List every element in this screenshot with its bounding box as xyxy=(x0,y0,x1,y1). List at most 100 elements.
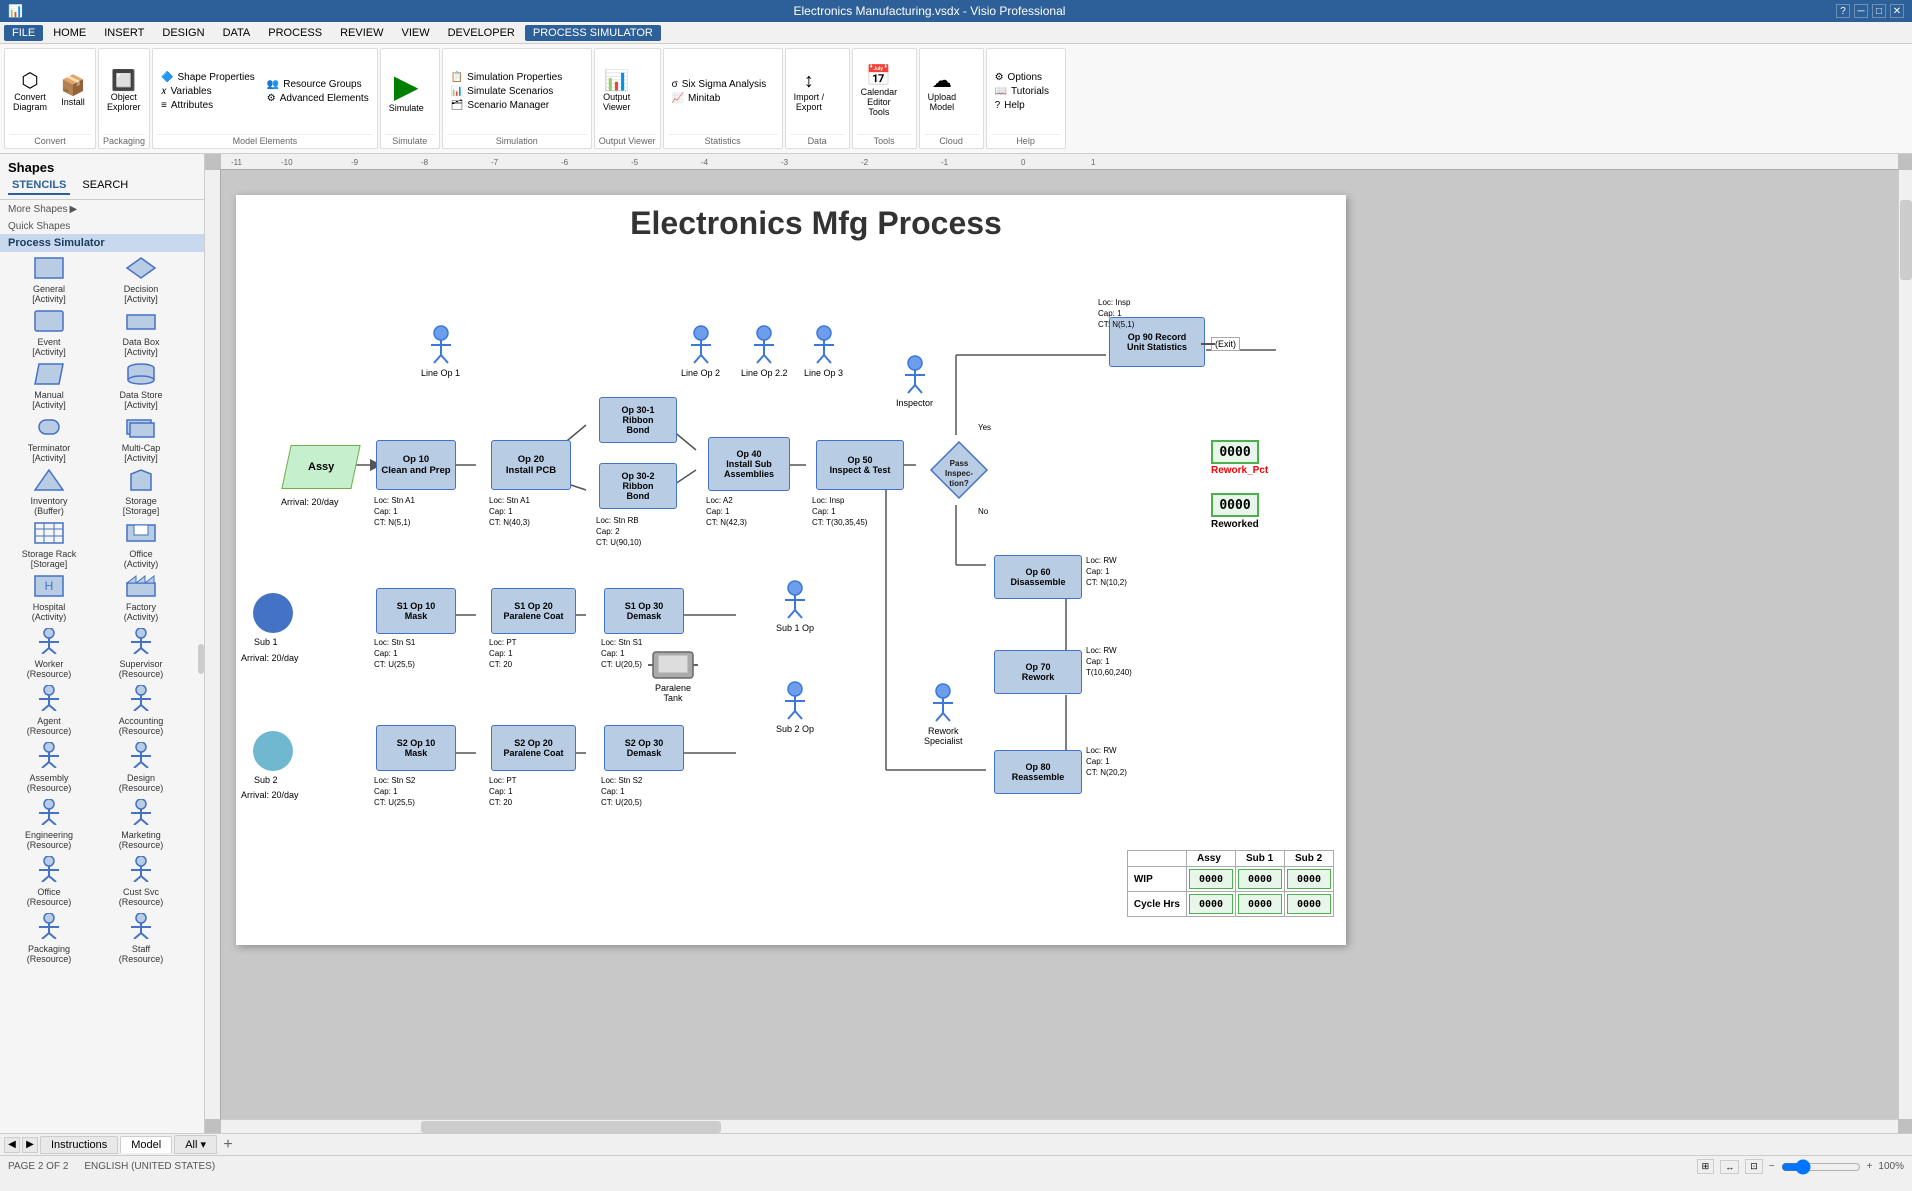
upload-model-button[interactable]: ☁ UploadModel xyxy=(924,69,961,114)
zoom-page-button[interactable]: ⊡ xyxy=(1745,1159,1763,1174)
zoom-slider[interactable] xyxy=(1781,1159,1861,1175)
add-page-button[interactable]: + xyxy=(219,1136,237,1154)
attributes-button[interactable]: ≡ Attributes xyxy=(157,99,259,112)
menu-process[interactable]: PROCESS xyxy=(260,25,330,41)
menu-data[interactable]: DATA xyxy=(215,25,259,41)
help-btn[interactable]: ? Help xyxy=(991,99,1053,112)
output-viewer-button[interactable]: 📊 OutputViewer xyxy=(599,69,635,114)
vscroll-thumb[interactable] xyxy=(1900,200,1912,280)
shape-worker-resource[interactable]: Worker(Resource) xyxy=(4,626,94,681)
shape-manual-activity[interactable]: Manual[Activity] xyxy=(4,361,94,412)
advanced-elements-button[interactable]: ⚙ Advanced Elements xyxy=(263,92,373,105)
shape-assembly-resource[interactable]: Assembly(Resource) xyxy=(4,740,94,795)
shape-marketing-resource[interactable]: Marketing(Resource) xyxy=(96,797,186,852)
shape-accounting-resource[interactable]: Accounting(Resource) xyxy=(96,683,186,738)
menu-review[interactable]: REVIEW xyxy=(332,25,391,41)
import-export-button[interactable]: ↕ Import /Export xyxy=(790,69,829,114)
node-op10[interactable]: Op 10Clean and Prep xyxy=(376,440,456,490)
simulate-scenarios-button[interactable]: 📊 Simulate Scenarios xyxy=(447,85,567,98)
hscroll-thumb[interactable] xyxy=(421,1121,721,1133)
shape-staff-resource[interactable]: Staff(Resource) xyxy=(96,911,186,966)
canvas-area[interactable]: -11 -10 -9 -8 -7 -6 -5 -4 -3 -2 -1 0 1 xyxy=(205,154,1912,1133)
shape-multicap[interactable]: Multi-Cap[Activity] xyxy=(96,414,186,465)
scenario-manager-button[interactable]: 🗂 Scenario Manager xyxy=(447,99,567,112)
node-op50[interactable]: Op 50Inspect & Test xyxy=(816,440,904,490)
node-op30-1[interactable]: Op 30-1RibbonBond xyxy=(599,397,677,443)
node-op40[interactable]: Op 40Install SubAssemblies xyxy=(708,437,790,491)
menu-file[interactable]: FILE xyxy=(4,25,43,41)
menu-design[interactable]: DESIGN xyxy=(154,25,212,41)
six-sigma-button[interactable]: σ Six Sigma Analysis xyxy=(668,78,771,91)
shape-storage[interactable]: Storage[Storage] xyxy=(96,467,186,518)
node-assy[interactable]: Assy xyxy=(281,445,360,489)
node-op30-2[interactable]: Op 30-2RibbonBond xyxy=(599,463,677,509)
node-s1-op30[interactable]: S1 Op 30Demask xyxy=(604,588,684,634)
node-sub1-start[interactable] xyxy=(253,593,293,633)
minitab-button[interactable]: 📈 Minitab xyxy=(668,92,771,105)
menu-view[interactable]: VIEW xyxy=(393,25,437,41)
shape-office-resource[interactable]: Office(Resource) xyxy=(4,854,94,909)
menu-home[interactable]: HOME xyxy=(45,25,94,41)
close-button[interactable]: ✕ xyxy=(1890,4,1904,18)
shape-engineering-resource[interactable]: Engineering(Resource) xyxy=(4,797,94,852)
page-tab-next[interactable]: ▶ xyxy=(22,1137,38,1153)
calendar-editor-button[interactable]: 📅 CalendarEditorTools xyxy=(857,64,902,119)
node-op70[interactable]: Op 70Rework xyxy=(994,650,1082,694)
node-s2-op10[interactable]: S2 Op 10Mask xyxy=(376,725,456,771)
zoom-fit-button[interactable]: ⊞ xyxy=(1697,1159,1715,1174)
shape-hospital[interactable]: H Hospital(Activity) xyxy=(4,573,94,624)
shape-datastore-activity[interactable]: Data Store[Activity] xyxy=(96,361,186,412)
shape-office-activity[interactable]: Office(Activity) xyxy=(96,520,186,571)
node-s2-op20[interactable]: S2 Op 20Paralene Coat xyxy=(491,725,576,771)
node-s2-op30[interactable]: S2 Op 30Demask xyxy=(604,725,684,771)
variables-button[interactable]: 𝑥 Variables xyxy=(157,85,259,98)
tab-search[interactable]: SEARCH xyxy=(78,177,132,195)
node-sub2-start[interactable] xyxy=(253,731,293,771)
shape-decision-activity[interactable]: Decision[Activity] xyxy=(96,255,186,306)
canvas-viewport[interactable]: Electronics Mfg Process Line Op 1 Line O… xyxy=(221,170,1898,1133)
maximize-button[interactable]: □ xyxy=(1872,4,1886,18)
tab-stencils[interactable]: STENCILS xyxy=(8,177,70,195)
zoom-width-button[interactable]: ↔ xyxy=(1720,1160,1739,1174)
shape-terminator[interactable]: Terminator[Activity] xyxy=(4,414,94,465)
diagram-page[interactable]: Electronics Mfg Process Line Op 1 Line O… xyxy=(236,195,1346,945)
tab-model[interactable]: Model xyxy=(120,1136,172,1153)
resource-groups-button[interactable]: 👥 Resource Groups xyxy=(263,78,373,91)
shape-custsvc-resource[interactable]: Cust Svc(Resource) xyxy=(96,854,186,909)
zoom-plus[interactable]: + xyxy=(1867,1161,1873,1172)
window-controls[interactable]: ? ─ □ ✕ xyxy=(1836,4,1904,18)
help-button[interactable]: ? xyxy=(1836,4,1850,18)
zoom-minus[interactable]: − xyxy=(1769,1161,1775,1172)
shape-agent-resource[interactable]: Agent(Resource) xyxy=(4,683,94,738)
tab-all[interactable]: All ▾ xyxy=(174,1135,217,1154)
node-pass-inspection[interactable]: PassInspec-tion? xyxy=(929,440,989,500)
shape-properties-button[interactable]: 🔷 Shape Properties xyxy=(157,71,259,84)
panel-resize-handle[interactable] xyxy=(198,644,204,674)
vscrollbar[interactable] xyxy=(1898,170,1912,1119)
menu-developer[interactable]: DEVELOPER xyxy=(440,25,523,41)
node-s1-op10[interactable]: S1 Op 10Mask xyxy=(376,588,456,634)
page-tab-prev[interactable]: ◀ xyxy=(4,1137,20,1153)
simulation-properties-button[interactable]: 📋 Simulation Properties xyxy=(447,71,567,84)
shape-storage-rack[interactable]: Storage Rack[Storage] xyxy=(4,520,94,571)
shape-packaging-resource[interactable]: Packaging(Resource) xyxy=(4,911,94,966)
shape-factory[interactable]: Factory(Activity) xyxy=(96,573,186,624)
object-explorer-button[interactable]: 🔲 ObjectExplorer xyxy=(103,69,145,114)
minimize-button[interactable]: ─ xyxy=(1854,4,1868,18)
simulate-button[interactable]: ▶ Simulate xyxy=(385,68,428,115)
node-op20[interactable]: Op 20Install PCB xyxy=(491,440,571,490)
node-op60[interactable]: Op 60Disassemble xyxy=(994,555,1082,599)
menu-process-simulator[interactable]: PROCESS SIMULATOR xyxy=(525,25,661,41)
shape-inventory[interactable]: Inventory(Buffer) xyxy=(4,467,94,518)
shape-databox-activity[interactable]: Data Box[Activity] xyxy=(96,308,186,359)
node-s1-op20[interactable]: S1 Op 20Paralene Coat xyxy=(491,588,576,634)
menu-insert[interactable]: INSERT xyxy=(96,25,152,41)
tab-instructions[interactable]: Instructions xyxy=(40,1136,118,1154)
options-button[interactable]: ⚙ Options xyxy=(991,71,1053,84)
convert-diagram-button[interactable]: ⬡ ConvertDiagram xyxy=(9,69,51,114)
tutorials-button[interactable]: 📖 Tutorials xyxy=(991,85,1053,98)
shape-general-activity[interactable]: General[Activity] xyxy=(4,255,94,306)
install-button[interactable]: 📦 Install xyxy=(55,74,91,109)
shape-supervisor-resource[interactable]: Supervisor(Resource) xyxy=(96,626,186,681)
node-op80[interactable]: Op 80Reassemble xyxy=(994,750,1082,794)
